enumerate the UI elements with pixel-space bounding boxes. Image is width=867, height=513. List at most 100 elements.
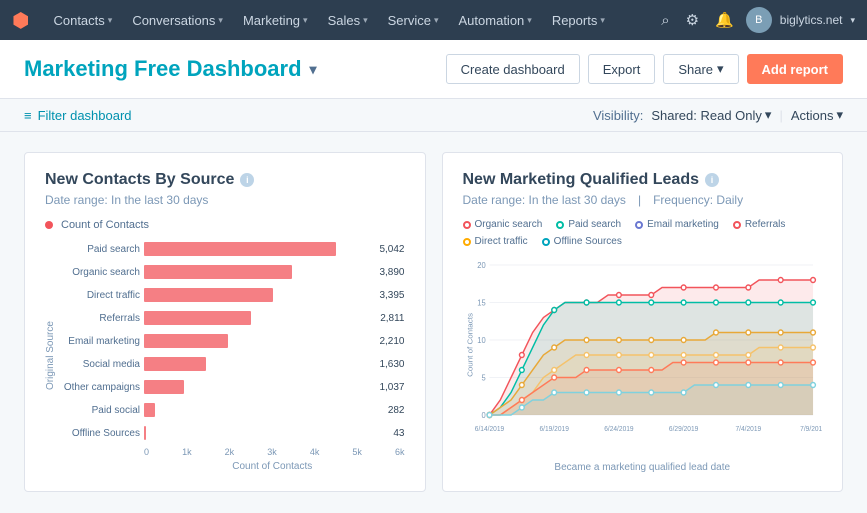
bar-chart: Paid search 5,042 Organic search 3,890 D… bbox=[60, 239, 405, 443]
bar-chart-container: Original Source Paid search 5,042 Organi… bbox=[45, 239, 405, 472]
bar-chart-card: New Contacts By Source i Date range: In … bbox=[24, 152, 426, 492]
bar-row: Organic search 3,890 bbox=[60, 262, 405, 282]
visibility-chevron-icon: ▾ bbox=[765, 107, 772, 123]
share-label: Share bbox=[678, 62, 713, 77]
bar-value: 3,395 bbox=[379, 290, 404, 301]
chevron-down-icon: ▾ bbox=[303, 15, 308, 26]
actions-button[interactable]: Actions ▾ bbox=[791, 107, 843, 123]
filter-label: Filter dashboard bbox=[38, 108, 132, 123]
add-report-button[interactable]: Add report bbox=[747, 54, 843, 84]
svg-text:5: 5 bbox=[481, 373, 485, 382]
legend-label: Direct traffic bbox=[475, 236, 528, 247]
nav-label-marketing: Marketing bbox=[243, 13, 300, 28]
bar-row: Paid social 282 bbox=[60, 400, 405, 420]
visibility-value[interactable]: Shared: Read Only ▾ bbox=[651, 107, 771, 123]
legend-label: Organic search bbox=[475, 219, 543, 230]
header-buttons: Create dashboard Export Share ▾ Add repo… bbox=[446, 54, 843, 84]
bar-label: Paid social bbox=[60, 405, 140, 416]
filter-dashboard-button[interactable]: ≡ Filter dashboard bbox=[24, 108, 132, 123]
line-chart-legend: Organic search Paid search Email marketing… bbox=[463, 219, 823, 247]
x-axis-tick: 1k bbox=[182, 447, 192, 457]
bar-label: Social media bbox=[60, 359, 140, 370]
bar-track bbox=[144, 357, 372, 371]
x-axis-tick: 6k bbox=[395, 447, 405, 457]
chevron-down-icon: ▾ bbox=[218, 15, 223, 26]
nav-domain[interactable]: biglytics.net bbox=[780, 13, 843, 27]
bar-label: Paid search bbox=[60, 244, 140, 255]
svg-text:7/9/2019: 7/9/2019 bbox=[800, 426, 822, 433]
legend-circle-icon bbox=[542, 238, 550, 246]
svg-text:20: 20 bbox=[477, 261, 486, 270]
bar-fill bbox=[144, 357, 206, 371]
x-axis-tick: 4k bbox=[310, 447, 320, 457]
title-caret-icon: ▾ bbox=[310, 61, 317, 78]
bar-value: 43 bbox=[393, 428, 404, 439]
chevron-down-icon: ▾ bbox=[108, 15, 113, 26]
nav-label-contacts: Contacts bbox=[53, 13, 104, 28]
nav-label-reports: Reports bbox=[552, 13, 598, 28]
bar-value: 1,037 bbox=[379, 382, 404, 393]
nav-item-marketing[interactable]: Marketing ▾ bbox=[233, 0, 318, 40]
nav-label-automation: Automation bbox=[459, 13, 525, 28]
notifications-icon[interactable]: 🔔 bbox=[711, 7, 738, 33]
bar-track bbox=[144, 242, 372, 256]
bar-chart-info-icon[interactable]: i bbox=[240, 173, 254, 187]
nav-item-conversations[interactable]: Conversations ▾ bbox=[122, 0, 233, 40]
hubspot-logo[interactable]: ⬢ bbox=[12, 8, 29, 33]
bar-legend-text: Count of Contacts bbox=[61, 219, 149, 231]
share-button[interactable]: Share ▾ bbox=[663, 54, 738, 84]
legend-label: Email marketing bbox=[647, 219, 719, 230]
main-content: New Contacts By Source i Date range: In … bbox=[0, 132, 867, 512]
search-icon[interactable]: ⌕ bbox=[657, 8, 673, 33]
nav-label-sales: Sales bbox=[328, 13, 361, 28]
nav-item-reports[interactable]: Reports ▾ bbox=[542, 0, 615, 40]
svg-text:6/14/2019: 6/14/2019 bbox=[474, 426, 504, 433]
legend-circle-icon bbox=[635, 221, 643, 229]
bar-fill bbox=[144, 334, 228, 348]
bar-y-axis-label: Original Source bbox=[45, 239, 56, 472]
legend-label: Paid search bbox=[568, 219, 621, 230]
line-chart-info-icon[interactable]: i bbox=[705, 173, 719, 187]
visibility-label: Visibility: bbox=[593, 108, 643, 123]
filter-bar: ≡ Filter dashboard Visibility: Shared: R… bbox=[0, 99, 867, 132]
bar-track bbox=[144, 403, 381, 417]
line-chart-subtitle: Date range: In the last 30 days | Freque… bbox=[463, 193, 823, 207]
legend-circle-icon bbox=[463, 221, 471, 229]
bar-fill bbox=[144, 311, 251, 325]
nav-right: ⌕ ⚙ 🔔 B biglytics.net ▾ bbox=[657, 7, 855, 33]
bar-row: Other campaigns 1,037 bbox=[60, 377, 405, 397]
bar-track bbox=[144, 334, 372, 348]
line-x-axis-label: Became a marketing qualified lead date bbox=[463, 462, 823, 473]
avatar[interactable]: B bbox=[746, 7, 772, 33]
svg-text:6/29/2019: 6/29/2019 bbox=[668, 426, 698, 433]
line-legend-item: Email marketing bbox=[635, 219, 719, 230]
svg-text:7/4/2019: 7/4/2019 bbox=[735, 426, 761, 433]
bar-fill bbox=[144, 403, 155, 417]
line-chart-svg-wrap: 051015206/14/20196/19/20196/24/20196/29/… bbox=[463, 255, 823, 458]
actions-chevron-icon: ▾ bbox=[836, 107, 843, 123]
svg-text:15: 15 bbox=[477, 298, 485, 307]
bar-row: Email marketing 2,210 bbox=[60, 331, 405, 351]
settings-icon[interactable]: ⚙ bbox=[682, 7, 703, 33]
create-dashboard-button[interactable]: Create dashboard bbox=[446, 54, 580, 84]
bar-chart-title-text: New Contacts By Source bbox=[45, 171, 234, 189]
line-chart-frequency: Frequency: Daily bbox=[653, 193, 743, 207]
bar-x-axis: 01k2k3k4k5k6k bbox=[60, 447, 405, 457]
bar-value: 5,042 bbox=[379, 244, 404, 255]
bar-fill bbox=[144, 242, 336, 256]
legend-circle-icon bbox=[733, 221, 741, 229]
line-legend-item: Offline Sources bbox=[542, 236, 622, 247]
export-button[interactable]: Export bbox=[588, 54, 656, 84]
bar-fill bbox=[144, 265, 292, 279]
nav-item-automation[interactable]: Automation ▾ bbox=[449, 0, 542, 40]
dashboard-title[interactable]: Marketing Free Dashboard ▾ bbox=[24, 56, 317, 82]
nav-items: Contacts ▾ Conversations ▾ Marketing ▾ S… bbox=[43, 0, 657, 40]
nav-item-sales[interactable]: Sales ▾ bbox=[318, 0, 378, 40]
svg-text:Count of Contacts: Count of Contacts bbox=[465, 313, 474, 377]
legend-circle-icon bbox=[556, 221, 564, 229]
bar-value: 3,890 bbox=[379, 267, 404, 278]
line-chart-card: New Marketing Qualified Leads i Date ran… bbox=[442, 152, 844, 492]
nav-item-contacts[interactable]: Contacts ▾ bbox=[43, 0, 122, 40]
legend-label: Referrals bbox=[745, 219, 786, 230]
nav-item-service[interactable]: Service ▾ bbox=[378, 0, 449, 40]
